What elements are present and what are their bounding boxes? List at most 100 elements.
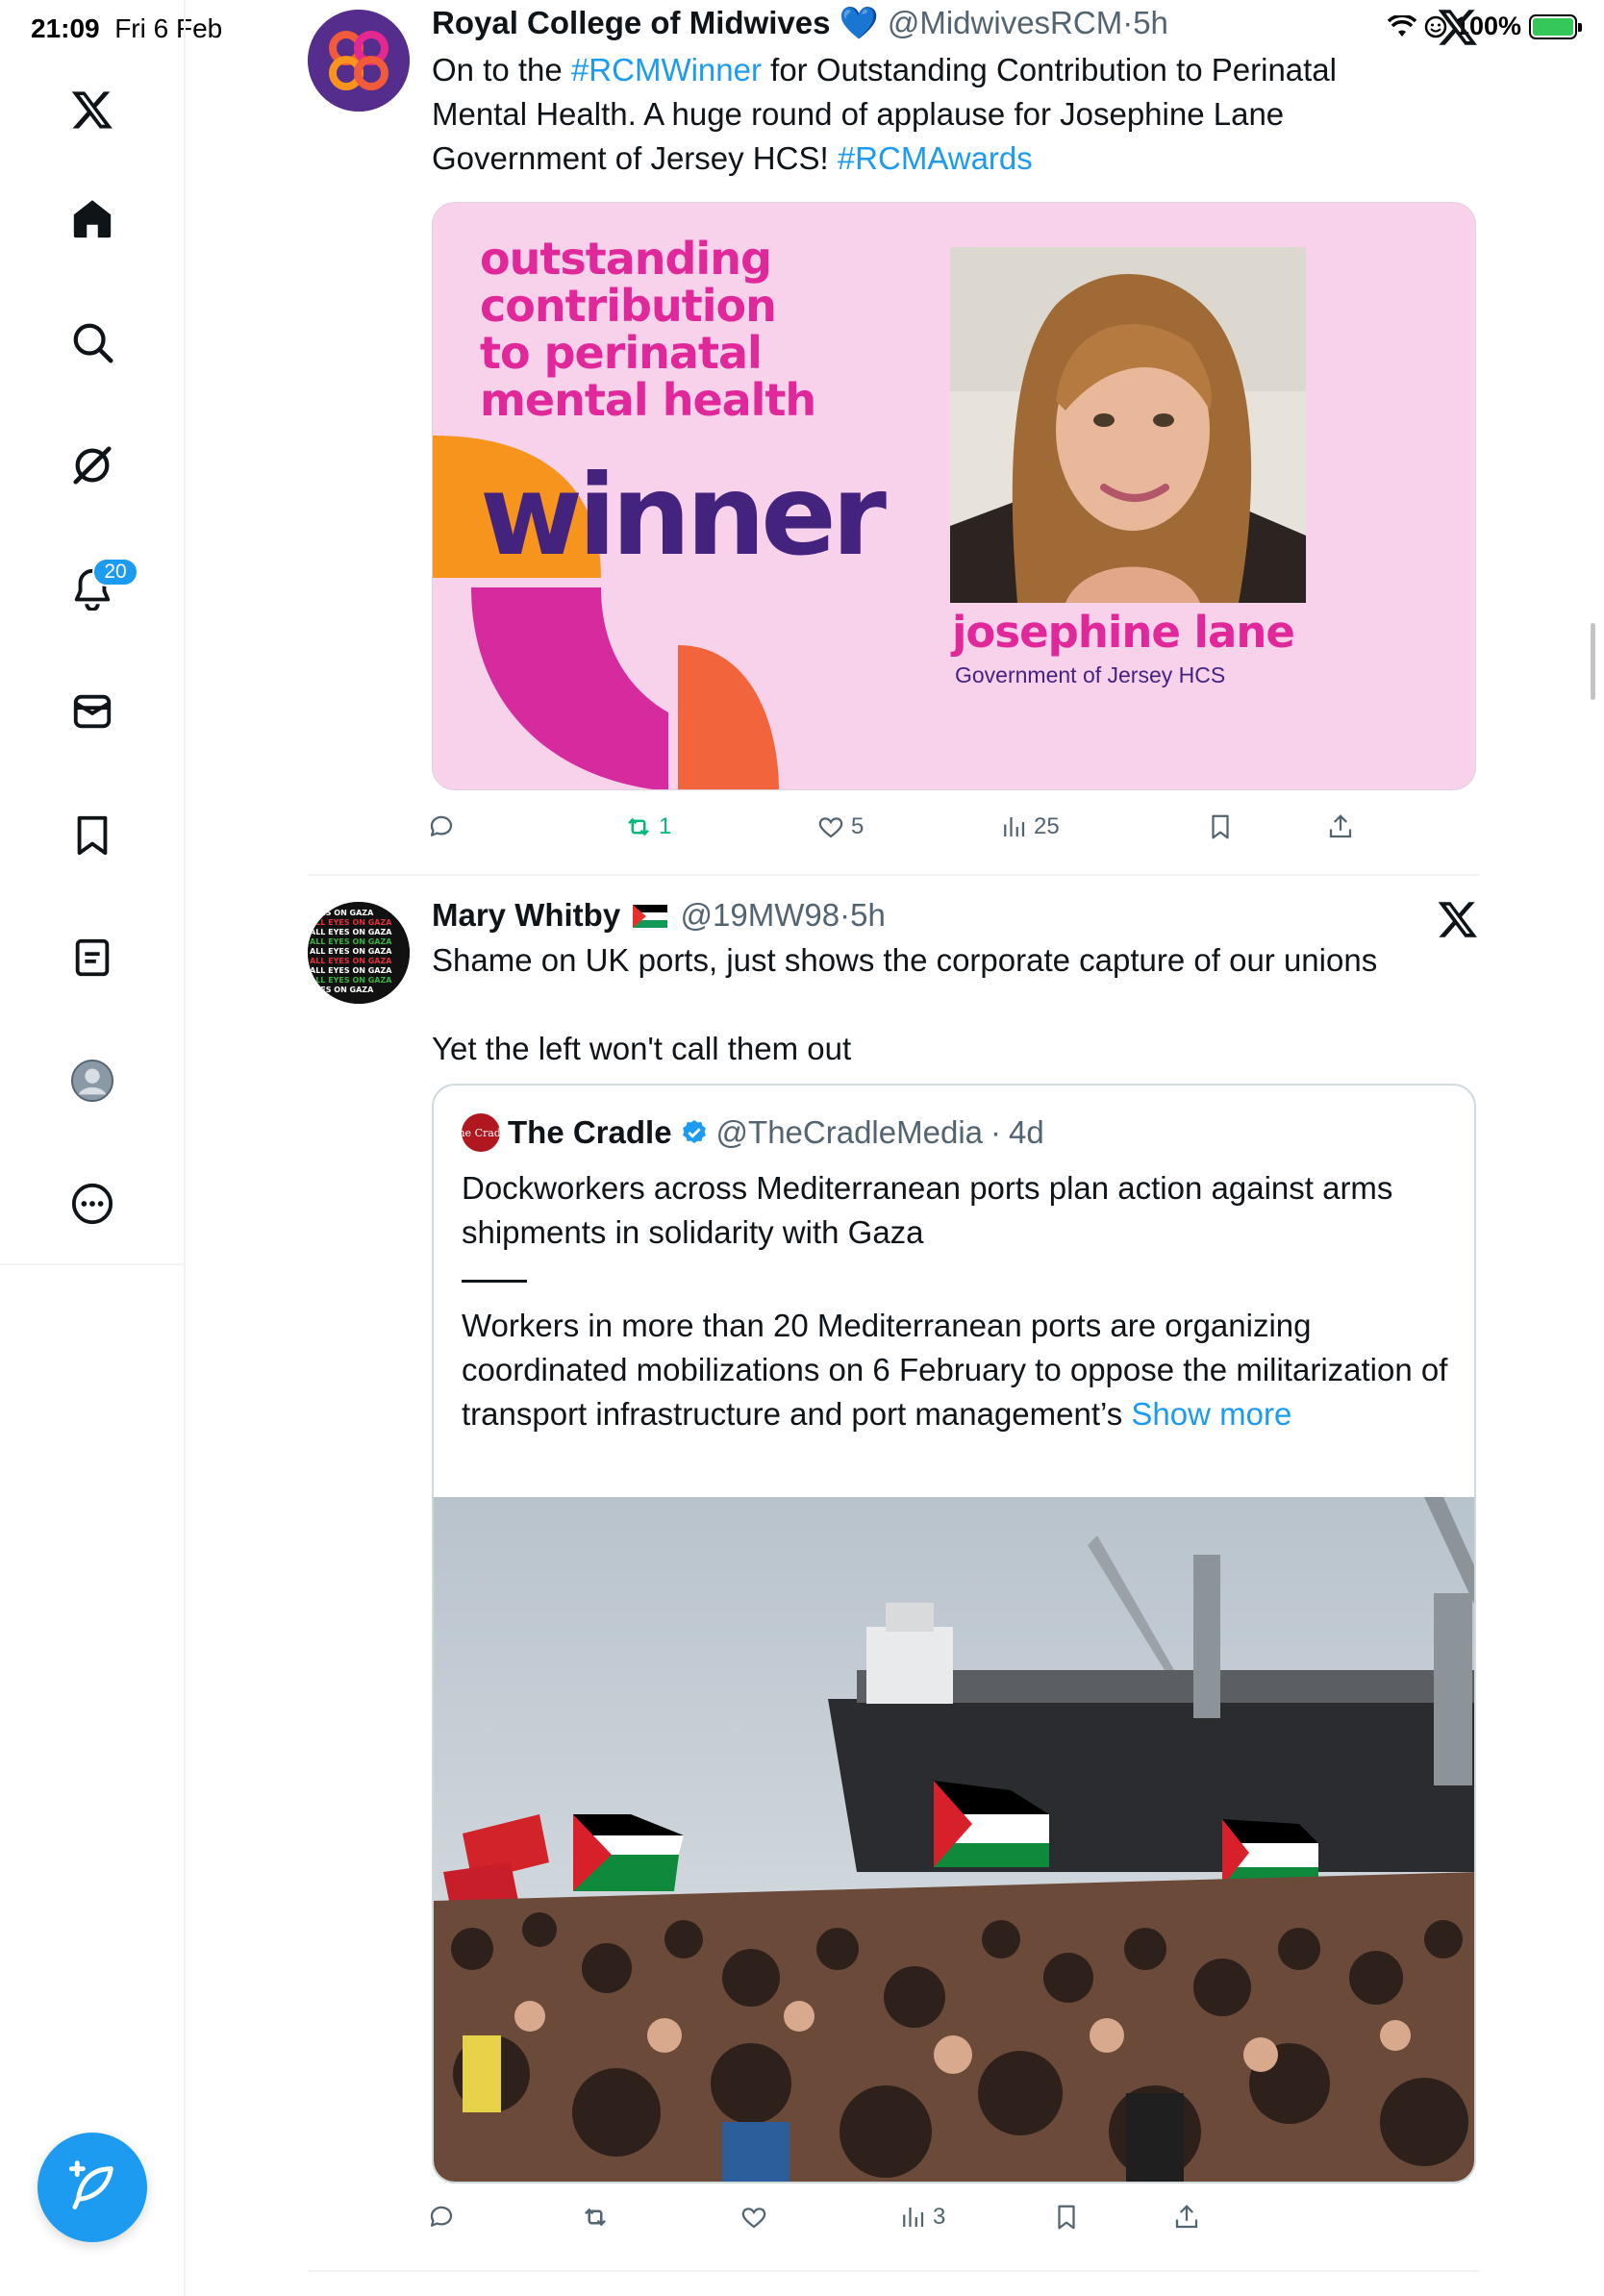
tweet-mary-whitby[interactable]: EYES ON GAZA ALL EYES ON GAZA ALL EYES O… [308, 877, 1479, 2273]
retweet-count: 1 [659, 813, 672, 839]
award-winner-label: winner [480, 451, 887, 581]
palestine-flag-icon [633, 905, 668, 928]
sidebar-item-grok[interactable] [62, 435, 123, 496]
tweet-time[interactable]: 5h [1133, 5, 1168, 40]
quote-time: 4d [1009, 1114, 1044, 1150]
avatar[interactable]: EYES ON GAZA ALL EYES ON GAZA ALL EYES O… [308, 902, 410, 1004]
notification-badge: 20 [92, 558, 138, 586]
views-icon [1004, 817, 1025, 836]
retweet-button[interactable]: 1 [624, 812, 671, 841]
avatar[interactable] [308, 10, 410, 112]
x-logo-icon[interactable] [62, 79, 123, 140]
quote-image-port-protest[interactable] [434, 1497, 1474, 2182]
svg-text:ALL EYES ON GAZA: ALL EYES ON GAZA [310, 937, 392, 946]
share-button[interactable] [1172, 2203, 1201, 2232]
reply-icon [430, 2206, 453, 2227]
heart-icon [818, 817, 843, 838]
sidebar-item-bookmarks[interactable] [62, 804, 123, 865]
show-more-link[interactable]: Show more [1131, 1396, 1291, 1432]
compose-button[interactable] [38, 2133, 147, 2242]
tweet-text: On to the #RCMWinner for Outstanding Con… [432, 52, 1337, 176]
grok-icon [73, 446, 112, 485]
sidebar-item-messages[interactable] [62, 681, 123, 742]
sidebar-item-lists[interactable] [62, 927, 123, 988]
tweet-actions: 1 5 25 [430, 812, 1355, 851]
svg-text:EYES ON GAZA: EYES ON GAZA [310, 986, 374, 994]
tweet-divider [308, 874, 1479, 876]
retweet-icon [628, 817, 649, 836]
svg-text:ALL EYES ON GAZA: ALL EYES ON GAZA [310, 918, 392, 927]
tweet-divider [308, 2270, 1479, 2272]
bookmark-icon [77, 815, 108, 856]
quote-text: Dockworkers across Mediterranean ports p… [462, 1166, 1452, 1436]
profile-icon [70, 1059, 114, 1103]
author-name[interactable]: Mary Whitby [432, 897, 620, 933]
svg-text:ALL EYES ON GAZA: ALL EYES ON GAZA [310, 966, 392, 975]
retweet-button[interactable] [581, 2203, 610, 2232]
sidebar: 20 [0, 0, 186, 2296]
views-button[interactable]: 3 [898, 2203, 945, 2232]
retweet-icon [585, 2208, 606, 2227]
winner-name: josephine lane [952, 607, 1295, 658]
like-button[interactable]: 5 [816, 812, 864, 841]
more-icon [71, 1183, 113, 1225]
author-handle[interactable]: @19MW98 [681, 897, 840, 933]
views-count: 3 [933, 2204, 946, 2230]
views-button[interactable]: 25 [999, 812, 1060, 841]
cradle-logo-icon: The Cradle [451, 1113, 511, 1152]
quote-header: The Cradle The Cradle @TheCradleMedia · 4d [451, 1113, 1044, 1152]
tweet-actions: 3 [430, 2203, 1355, 2241]
rcm-logo-icon [308, 10, 410, 112]
bookmark-button[interactable] [1206, 812, 1235, 841]
reply-icon [430, 815, 453, 836]
quote-author-name[interactable]: The Cradle [508, 1114, 672, 1151]
tweet-rcm[interactable]: Royal College of Midwives 💙 @MidwivesRCM… [308, 0, 1479, 877]
separator-dot: · [840, 897, 851, 933]
svg-text:ALL EYES ON GAZA: ALL EYES ON GAZA [310, 928, 392, 936]
quote-headline: Dockworkers across Mediterranean ports p… [462, 1170, 1393, 1250]
tweet-image-award[interactable]: outstanding contribution to perinatal me… [432, 202, 1476, 790]
reply-button[interactable] [427, 812, 456, 841]
scroll-indicator[interactable] [1591, 623, 1595, 700]
quote-rule [462, 1280, 527, 1283]
svg-text:EYES ON GAZA: EYES ON GAZA [310, 909, 374, 917]
like-button[interactable] [739, 2203, 768, 2232]
gaza-avatar-image: EYES ON GAZA ALL EYES ON GAZA ALL EYES O… [308, 902, 410, 1004]
tweet-header: Royal College of Midwives 💙 @MidwivesRCM… [432, 4, 1479, 42]
award-title: outstanding contribution to perinatal me… [480, 233, 816, 426]
svg-text:ALL EYES ON GAZA: ALL EYES ON GAZA [310, 976, 392, 985]
sidebar-item-home[interactable] [62, 188, 123, 250]
x-logo-icon[interactable] [1437, 6, 1479, 48]
winner-photo [950, 247, 1306, 603]
tweet-header: Mary Whitby @19MW98·5h [432, 896, 1479, 935]
author-name[interactable]: Royal College of Midwives [432, 5, 830, 40]
share-button[interactable] [1326, 812, 1355, 841]
home-icon [73, 200, 112, 238]
svg-text:ALL EYES ON GAZA: ALL EYES ON GAZA [310, 957, 392, 965]
list-icon [75, 938, 110, 977]
share-icon [1329, 814, 1352, 838]
quote-author-handle[interactable]: @TheCradleMedia [716, 1114, 983, 1151]
author-handle[interactable]: @MidwivesRCM [888, 5, 1122, 40]
like-count: 5 [851, 813, 865, 839]
svg-text:ALL EYES ON GAZA: ALL EYES ON GAZA [310, 947, 392, 956]
tweet-time[interactable]: 5h [850, 897, 886, 933]
x-logo-icon[interactable] [1437, 898, 1479, 940]
sidebar-item-profile[interactable] [62, 1050, 123, 1111]
envelope-icon [73, 694, 112, 729]
battery-charging-icon [1529, 13, 1582, 39]
sidebar-item-search[interactable] [62, 312, 123, 373]
heart-emoji: 💙 [839, 5, 879, 40]
reply-button[interactable] [427, 2203, 456, 2232]
sidebar-item-more[interactable] [62, 1173, 123, 1235]
views-icon [903, 2208, 924, 2227]
sidebar-divider [0, 1263, 186, 1265]
views-count: 25 [1034, 813, 1060, 839]
bookmark-button[interactable] [1052, 2203, 1081, 2232]
hashtag-rcmawards[interactable]: #RCMAwards [838, 140, 1033, 176]
quoted-tweet[interactable]: The Cradle The Cradle @TheCradleMedia · 4d… [432, 1084, 1476, 2184]
sidebar-item-notifications[interactable]: 20 [62, 558, 138, 619]
quote-body: Workers in more than 20 Mediterranean po… [462, 1308, 1448, 1432]
separator-dot: · [990, 1114, 1002, 1150]
hashtag-rcmwinner[interactable]: #RCMWinner [571, 52, 762, 87]
